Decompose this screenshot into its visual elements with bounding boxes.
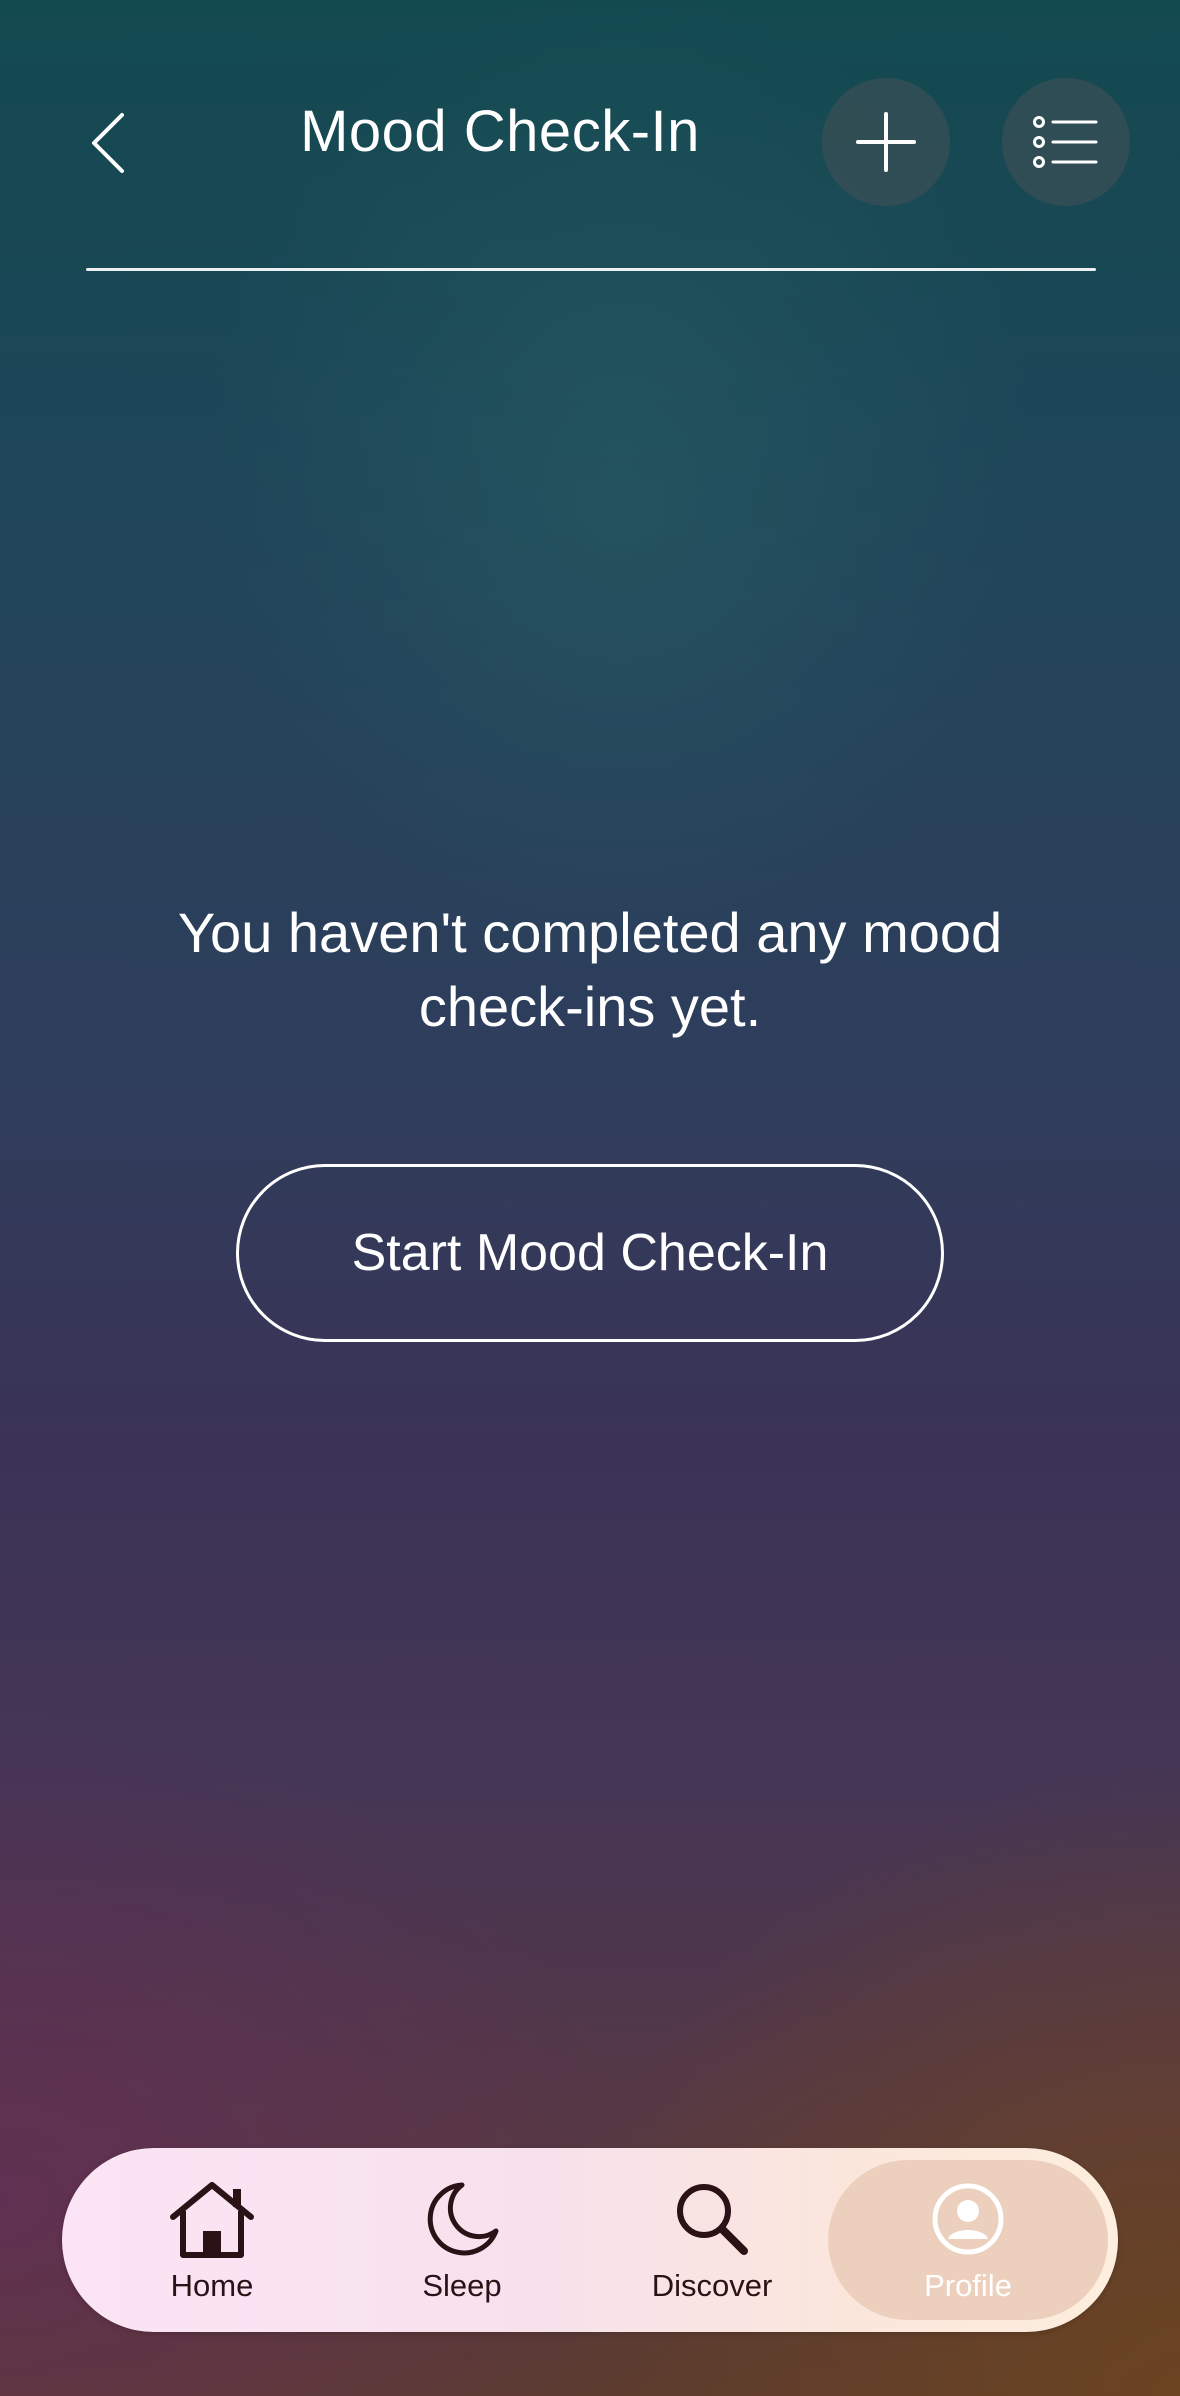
- start-mood-check-in-button[interactable]: Start Mood Check-In: [236, 1164, 944, 1342]
- plus-icon: [856, 112, 916, 172]
- list-button[interactable]: [1002, 78, 1130, 206]
- add-button[interactable]: [822, 78, 950, 206]
- nav-item-label: Discover: [651, 2268, 773, 2303]
- nav-item-label: Home: [170, 2268, 254, 2303]
- home-icon: [169, 2176, 255, 2262]
- nav-item-sleep[interactable]: Sleep: [362, 2148, 562, 2332]
- empty-state-message: You haven't completed any mood check-ins…: [177, 901, 1003, 1038]
- nav-item-label: Profile: [924, 2268, 1012, 2303]
- back-button[interactable]: [78, 100, 138, 186]
- chevron-left-icon: [92, 113, 124, 173]
- bottom-nav: Home Sleep Discover Profile: [62, 2148, 1118, 2332]
- header-divider: [86, 268, 1096, 271]
- nav-item-label: Sleep: [422, 2268, 502, 2303]
- nav-item-home[interactable]: Home: [112, 2148, 312, 2332]
- header: Mood Check-In: [0, 0, 1180, 280]
- moon-icon: [419, 2176, 505, 2262]
- search-icon: [669, 2176, 755, 2262]
- list-icon: [1033, 116, 1098, 168]
- page-title: Mood Check-In: [300, 99, 700, 164]
- profile-icon: [925, 2176, 1011, 2262]
- nav-item-discover[interactable]: Discover: [612, 2148, 812, 2332]
- nav-item-profile[interactable]: Profile: [828, 2160, 1108, 2320]
